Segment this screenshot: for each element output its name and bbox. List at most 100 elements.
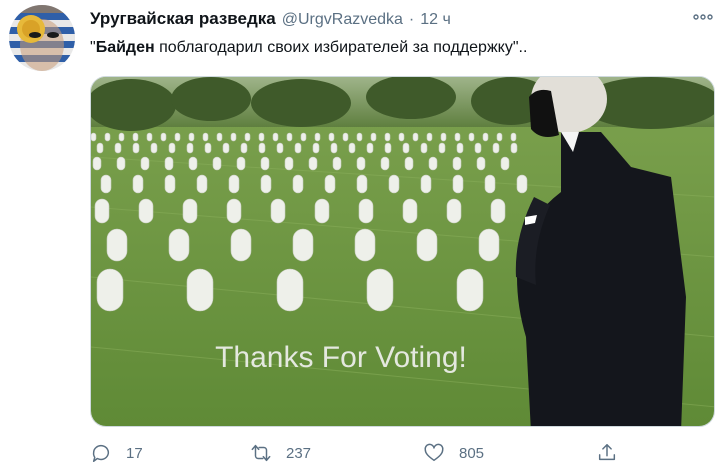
headstone [294,142,302,154]
headstone [308,156,318,171]
headstone [428,156,438,171]
headstone [182,198,198,224]
headstone [276,268,304,312]
headstone [356,174,368,194]
headstone [114,142,122,154]
headstone [314,198,330,224]
headstone [366,142,374,154]
avatar-image [9,5,75,71]
tweet-header: Уругвайская разведка @UrgvRazvedka · 12 … [90,9,451,31]
headstone [116,156,126,171]
more-options-button[interactable] [692,8,714,26]
headstone [272,132,279,142]
headstone [138,198,154,224]
headstone [312,142,320,154]
headstone [292,228,314,262]
headstone [510,132,517,142]
headstone [300,132,307,142]
headstone [332,156,342,171]
like-count: 805 [459,444,485,462]
reply-icon [92,444,110,462]
headstone [328,132,335,142]
headstone [228,174,240,194]
headstone [402,198,418,224]
headstone [490,198,506,224]
headstone [292,174,304,194]
headstone [404,156,414,171]
headstone [96,268,124,312]
headstone [476,156,486,171]
headstone [452,156,462,171]
retweet-count: 237 [286,444,312,462]
headstone [380,156,390,171]
headstone [286,132,293,142]
headstone [160,132,167,142]
headstone [324,174,336,194]
headstone [260,156,270,171]
headstone [132,142,140,154]
headstone [150,142,158,154]
headstone [258,132,265,142]
headstone [236,156,246,171]
headstone [188,132,195,142]
headstone [186,142,194,154]
tweet-media[interactable]: Thanks For Voting! [90,76,715,427]
headstone [174,132,181,142]
headstone [146,132,153,142]
headstone [106,228,128,262]
headstone [510,142,518,154]
headstone [440,132,447,142]
headstone [118,132,125,142]
headstone [168,142,176,154]
headstone [96,142,104,154]
media-caption: Thanks For Voting! [215,341,467,374]
like-button[interactable]: 805 [423,442,484,464]
headstone [370,132,377,142]
headstone [132,132,139,142]
headstone [438,142,446,154]
headstone [94,198,110,224]
headstone [92,156,102,171]
headstone [270,198,286,224]
headstone [468,132,475,142]
headstone [244,132,251,142]
headstone [482,132,489,142]
headstone [258,142,266,154]
avatar[interactable] [9,5,75,71]
headstone [496,132,503,142]
headstone [104,132,111,142]
heart-icon [424,443,444,462]
user-handle[interactable]: @UrgvRazvedka [282,11,403,29]
retweet-icon [251,444,271,462]
reply-count: 17 [126,444,143,462]
headstone [240,142,248,154]
separator-dot: · [408,11,415,28]
headstone [356,132,363,142]
headstone [420,142,428,154]
share-icon [598,444,616,461]
headstone [140,156,150,171]
headstone [452,174,464,194]
display-name[interactable]: Уругвайская разведка [90,9,276,29]
headstone [132,174,144,194]
headstone [230,228,252,262]
more-icon [693,14,713,20]
share-button[interactable] [596,442,618,464]
headstone [314,132,321,142]
headstone [516,174,528,194]
tweet-text-bold: Байден [95,39,155,56]
headstone [358,198,374,224]
headstone [426,132,433,142]
timestamp[interactable]: 12 ч [420,11,451,29]
headstone [398,132,405,142]
retweet-button[interactable]: 237 [250,442,311,464]
headstone [260,174,272,194]
headstone [168,228,190,262]
headstone [230,132,237,142]
headstone [484,174,496,194]
reply-button[interactable]: 17 [90,442,143,464]
headstone [384,142,392,154]
headstone [420,174,432,194]
headstone [222,142,230,154]
headstone [478,228,500,262]
